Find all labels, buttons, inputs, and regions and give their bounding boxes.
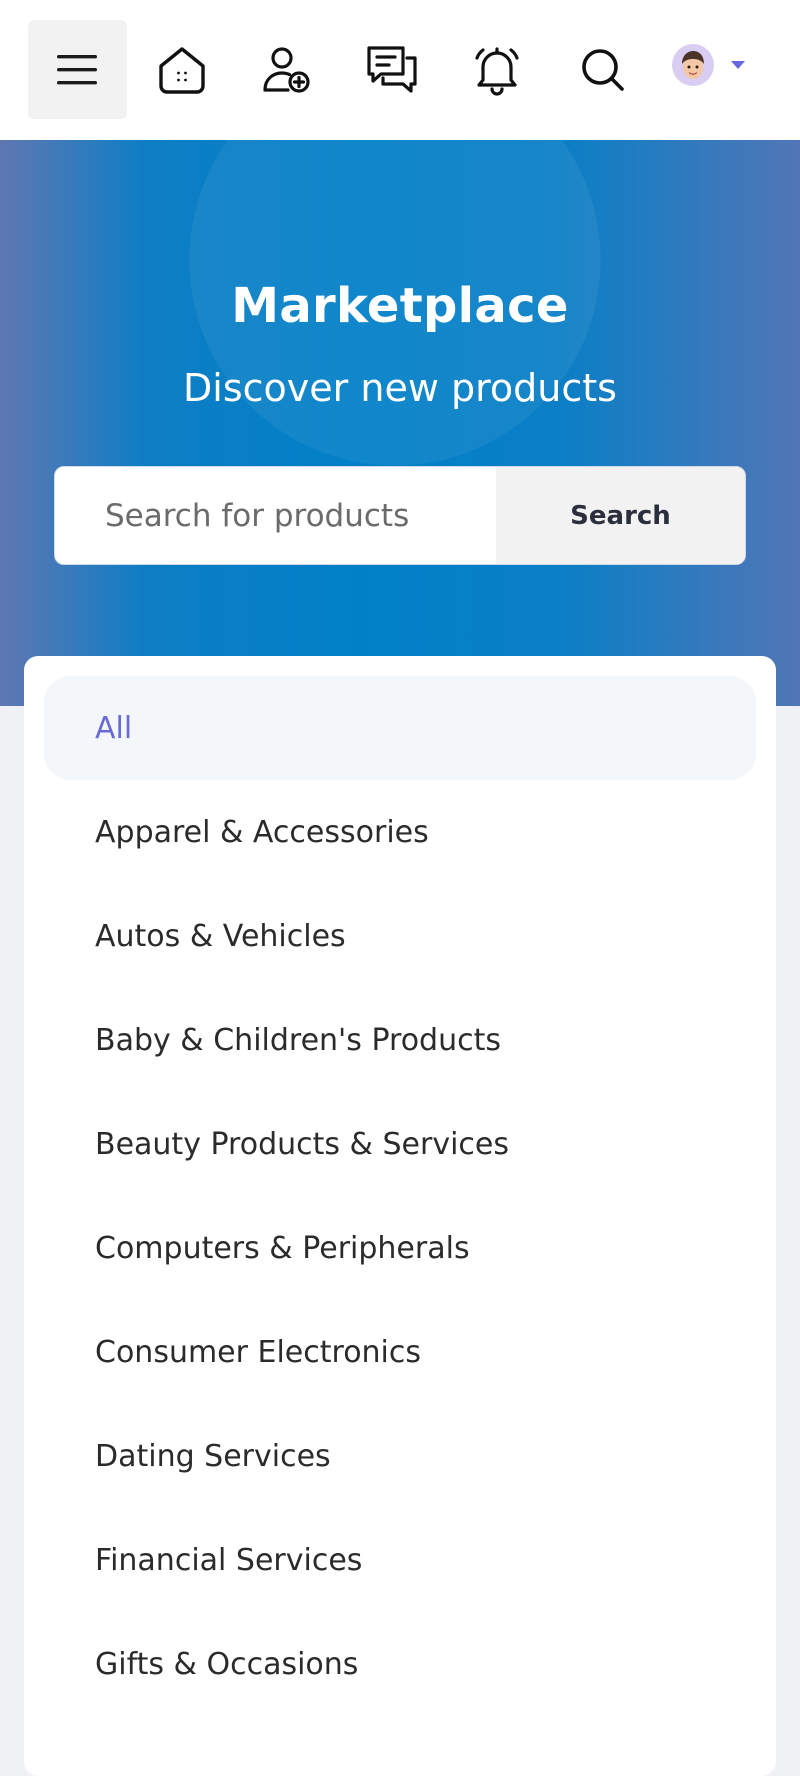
- category-list-card: All Apparel & Accessories Autos & Vehicl…: [24, 656, 776, 1776]
- home-icon: [158, 46, 205, 94]
- search-input[interactable]: [55, 467, 496, 564]
- category-item-dating-services[interactable]: Dating Services: [44, 1404, 756, 1508]
- add-friend-icon: [262, 46, 310, 93]
- search-button[interactable]: [553, 20, 652, 119]
- category-item-computers-peripherals[interactable]: Computers & Peripherals: [44, 1196, 756, 1300]
- add-friend-button[interactable]: [237, 20, 336, 119]
- home-button[interactable]: [132, 20, 231, 119]
- menu-icon: [56, 54, 97, 84]
- page-subtitle: Discover new products: [183, 366, 617, 410]
- top-navigation-bar: [0, 0, 800, 140]
- search-submit-button[interactable]: Search: [496, 467, 745, 564]
- category-item-baby-childrens-products[interactable]: Baby & Children's Products: [44, 988, 756, 1092]
- bell-icon: [474, 46, 519, 96]
- chevron-down-icon: [731, 61, 745, 69]
- avatar: [672, 44, 714, 86]
- menu-button[interactable]: [28, 20, 127, 119]
- notifications-button[interactable]: [447, 20, 546, 119]
- category-item-financial-services[interactable]: Financial Services: [44, 1508, 756, 1612]
- category-item-apparel-accessories[interactable]: Apparel & Accessories: [44, 780, 756, 884]
- category-item-beauty-products-services[interactable]: Beauty Products & Services: [44, 1092, 756, 1196]
- messages-icon: [366, 45, 417, 93]
- category-item-all[interactable]: All: [44, 676, 756, 780]
- search-icon: [581, 48, 624, 91]
- category-item-consumer-electronics[interactable]: Consumer Electronics: [44, 1300, 756, 1404]
- user-menu[interactable]: [672, 40, 762, 90]
- category-item-gifts-occasions[interactable]: Gifts & Occasions: [44, 1612, 756, 1716]
- marketplace-hero: Marketplace Discover new products Search: [0, 140, 800, 706]
- category-list: All Apparel & Accessories Autos & Vehicl…: [24, 656, 776, 1716]
- page-title: Marketplace: [231, 278, 569, 334]
- messages-button[interactable]: [342, 20, 441, 119]
- category-item-autos-vehicles[interactable]: Autos & Vehicles: [44, 884, 756, 988]
- product-search-bar: Search: [54, 466, 746, 565]
